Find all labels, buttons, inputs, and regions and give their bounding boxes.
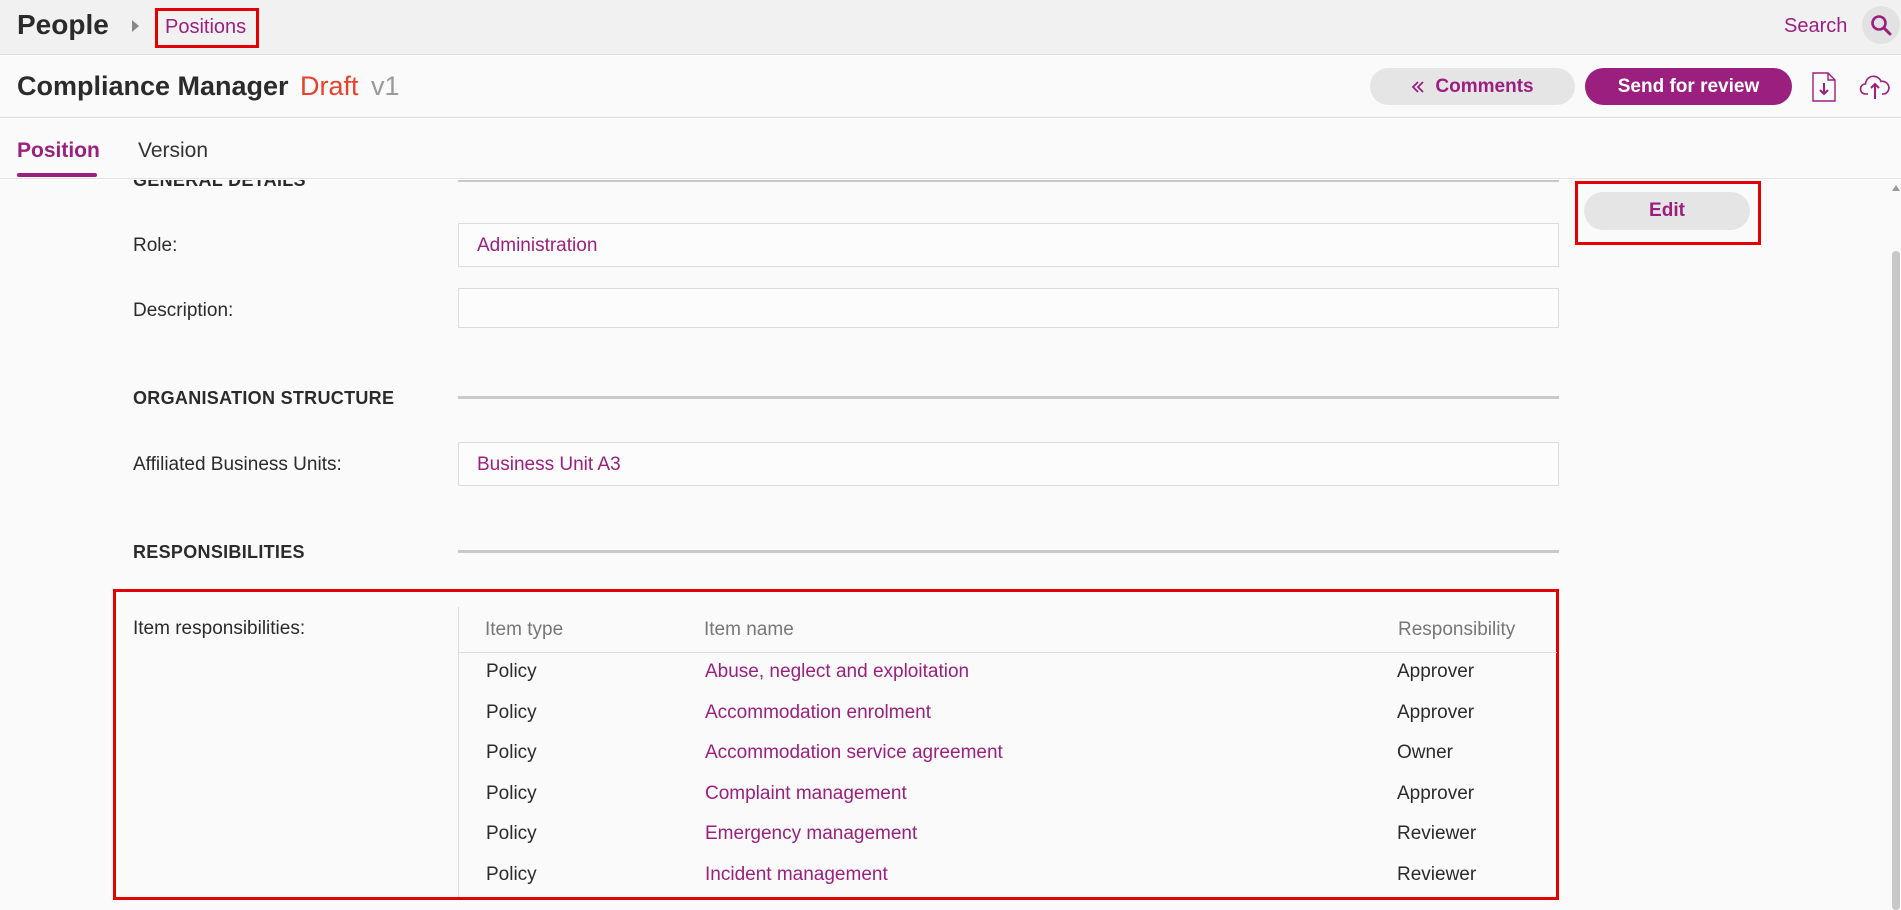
item-name-link[interactable]: Accommodation enrolment — [705, 702, 931, 724]
item-type-cell: Policy — [486, 702, 537, 723]
responsibility-cell: Reviewer — [1397, 823, 1477, 844]
comments-label: Comments — [1435, 75, 1534, 97]
version-label: v1 — [371, 71, 400, 101]
business-units-label: Affiliated Business Units: — [133, 454, 342, 475]
description-field — [458, 288, 1559, 328]
column-header-item-name[interactable]: Item name — [704, 619, 794, 641]
responsibility-cell: Reviewer — [1397, 864, 1477, 885]
item-type-cell: Policy — [486, 783, 537, 804]
responsibility-cell: Approver — [1397, 661, 1475, 682]
section-divider — [458, 180, 1559, 182]
table-row: Policy Complaint management Approver — [459, 775, 1557, 815]
scroll-up-arrow-icon[interactable] — [1892, 185, 1900, 191]
edit-button[interactable]: Edit — [1584, 192, 1750, 230]
breadcrumb-positions[interactable]: Positions — [165, 16, 246, 39]
chevrons-left-icon — [1412, 80, 1425, 93]
active-tab-indicator — [17, 173, 97, 177]
table-row: Policy Accommodation service agreement O… — [459, 734, 1557, 774]
app-title[interactable]: People — [17, 9, 109, 41]
page-title: Compliance Manager — [17, 71, 289, 101]
role-value[interactable]: Administration — [477, 235, 597, 257]
section-divider — [458, 396, 1559, 399]
business-units-value[interactable]: Business Unit A3 — [477, 454, 621, 476]
item-type-cell: Policy — [486, 823, 537, 844]
send-for-review-button[interactable]: Send for review — [1585, 68, 1792, 105]
section-responsibilities-heading: RESPONSIBILITIES — [133, 542, 305, 562]
upload-button[interactable] — [1859, 70, 1891, 104]
upload-cloud-icon — [1859, 75, 1890, 99]
status-badge: Draft — [300, 71, 359, 101]
page-scrollbar[interactable] — [1890, 181, 1901, 910]
role-label: Role: — [133, 235, 178, 256]
column-header-responsibility[interactable]: Responsibility — [1398, 619, 1515, 641]
item-name-link[interactable]: Complaint management — [705, 783, 907, 805]
responsibility-cell: Approver — [1397, 702, 1475, 723]
position-header: Compliance Manager Draft v1 Comments Sen… — [0, 56, 1901, 118]
tab-version[interactable]: Version — [138, 139, 208, 163]
responsibility-cell: Approver — [1397, 783, 1475, 804]
item-name-link[interactable]: Accommodation service agreement — [705, 742, 1003, 764]
section-org-heading: ORGANISATION STRUCTURE — [133, 388, 395, 408]
tab-bar: Position Version — [0, 119, 1901, 179]
search-label[interactable]: Search — [1784, 15, 1847, 38]
column-header-item-type[interactable]: Item type — [485, 619, 563, 641]
item-name-link[interactable]: Abuse, neglect and exploitation — [705, 661, 969, 683]
role-field: Administration — [458, 223, 1559, 267]
responsibility-cell: Owner — [1397, 742, 1453, 763]
search-button[interactable] — [1862, 6, 1900, 44]
position-content: GENERAL DETAILS Role: Administration Des… — [0, 180, 1901, 910]
download-file-icon — [1812, 72, 1836, 102]
table-row: Policy Emergency management Reviewer — [459, 815, 1557, 855]
item-type-cell: Policy — [486, 661, 537, 682]
item-type-cell: Policy — [486, 742, 537, 763]
tab-position[interactable]: Position — [17, 139, 100, 163]
business-units-field: Business Unit A3 — [458, 442, 1559, 486]
item-name-link[interactable]: Incident management — [705, 864, 888, 886]
item-responsibilities-label: Item responsibilities: — [133, 618, 306, 639]
item-name-link[interactable]: Emergency management — [705, 823, 917, 845]
search-icon — [1871, 15, 1892, 36]
item-type-cell: Policy — [486, 864, 537, 885]
table-row: Policy Incident management Reviewer — [459, 856, 1557, 896]
table-row: Policy Abuse, neglect and exploitation A… — [459, 653, 1557, 693]
scroll-thumb[interactable] — [1892, 251, 1900, 910]
table-row: Policy Accommodation enrolment Approver — [459, 694, 1557, 734]
download-button[interactable] — [1808, 70, 1840, 104]
section-divider — [458, 550, 1559, 553]
top-bar: People Positions Search — [0, 0, 1901, 55]
responsibilities-table: Item type Item name Responsibility Polic… — [458, 607, 1557, 897]
breadcrumb-arrow-icon — [132, 20, 139, 32]
description-label: Description: — [133, 300, 234, 321]
comments-button[interactable]: Comments — [1370, 68, 1575, 105]
section-general-heading: GENERAL DETAILS — [133, 180, 306, 190]
